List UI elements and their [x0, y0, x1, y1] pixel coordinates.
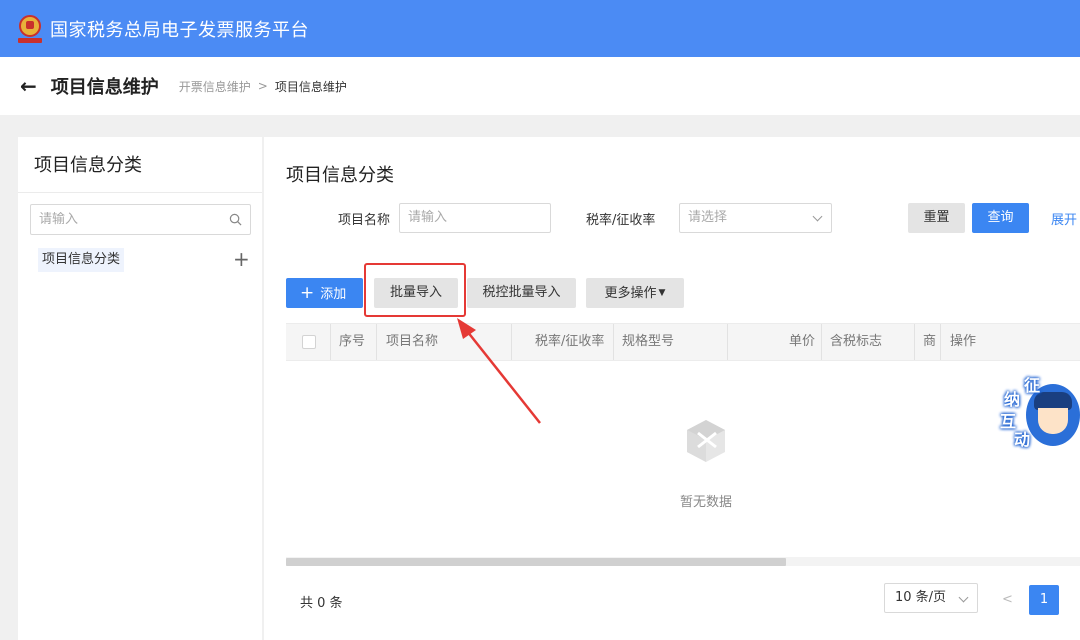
- breadcrumb-separator: >: [257, 79, 268, 93]
- column-header-item-name: 项目名称: [386, 334, 439, 349]
- query-button[interactable]: 查询: [972, 203, 1029, 233]
- widget-char-4: 动: [1014, 430, 1031, 449]
- category-sidebar: 项目信息分类 项目信息分类 +: [18, 137, 262, 640]
- search-icon[interactable]: [229, 213, 242, 226]
- tax-rate-label: 税率/征收率: [586, 213, 656, 228]
- expand-link[interactable]: 展开: [1051, 209, 1077, 228]
- page-title: 项目信息维护: [50, 77, 159, 98]
- tax-control-batch-import-button[interactable]: 税控批量导入: [467, 278, 576, 308]
- more-actions-button[interactable]: 更多操作 ▼: [586, 278, 684, 308]
- widget-char-2: 纳: [1004, 390, 1021, 409]
- breadcrumb-current: 项目信息维护: [274, 79, 347, 94]
- column-header-unit-price: 单价: [789, 334, 816, 349]
- page-size-value: 10 条/页: [895, 590, 947, 605]
- add-category-icon[interactable]: +: [233, 248, 250, 270]
- add-button-label: 添加: [320, 287, 347, 302]
- breadcrumb-parent[interactable]: 开票信息维护: [179, 78, 251, 95]
- column-header-spec: 规格型号: [622, 334, 675, 349]
- back-arrow-icon[interactable]: ←: [20, 74, 37, 98]
- sidebar-search-input[interactable]: [39, 212, 219, 227]
- more-actions-label: 更多操作: [604, 286, 657, 301]
- select-all-checkbox[interactable]: [302, 335, 316, 349]
- tax-emblem-icon: [16, 13, 44, 45]
- main-panel: 项目信息分类 项目名称 请输入 税率/征收率 请选择 重置 查询 展开 + 添加 …: [264, 137, 1080, 640]
- item-name-input[interactable]: 请输入: [399, 203, 551, 233]
- caret-down-icon: ▼: [658, 288, 666, 298]
- column-header-tax-flag: 含税标志: [830, 334, 883, 349]
- sidebar-search: [30, 204, 251, 235]
- column-header-tax-rate: 税率/征收率: [535, 334, 605, 349]
- chevron-down-icon: [958, 592, 969, 603]
- page-size-select[interactable]: 10 条/页: [884, 583, 978, 613]
- prev-page-button[interactable]: <: [1002, 592, 1013, 607]
- table-header: 序号 项目名称 税率/征收率 规格型号 单价 含税标志 商品 操作: [286, 323, 1080, 361]
- main-title: 项目信息分类: [286, 165, 394, 186]
- highlight-annotation: [364, 263, 466, 317]
- tax-rate-select[interactable]: 请选择: [679, 203, 832, 233]
- platform-title: 国家税务总局电子发票服务平台: [50, 19, 309, 41]
- reset-button[interactable]: 重置: [908, 203, 965, 233]
- top-bar: 国家税务总局电子发票服务平台: [0, 0, 1080, 57]
- tree-item-category[interactable]: 项目信息分类: [38, 248, 125, 272]
- column-header-goods: 商品: [923, 334, 937, 349]
- page-header: ← 项目信息维护 开票信息维护 > 项目信息维护: [0, 57, 1080, 115]
- total-count: 共 0 条: [300, 596, 343, 611]
- column-header-actions: 操作: [950, 334, 977, 349]
- column-header-index: 序号: [339, 334, 366, 349]
- add-button[interactable]: + 添加: [286, 278, 363, 308]
- tax-rate-placeholder: 请选择: [688, 210, 728, 225]
- assistant-face: [1038, 408, 1068, 434]
- assistant-widget[interactable]: 征 纳 互 动: [998, 372, 1080, 452]
- scrollbar-thumb[interactable]: [286, 558, 786, 566]
- empty-box-icon: [687, 420, 725, 462]
- empty-state-text: 暂无数据: [679, 495, 732, 510]
- chevron-down-icon: [812, 211, 823, 222]
- widget-char-1: 征: [1024, 376, 1041, 395]
- item-name-label: 项目名称: [338, 213, 391, 228]
- page-number-current[interactable]: 1: [1029, 585, 1059, 615]
- sidebar-title: 项目信息分类: [18, 137, 262, 193]
- plus-icon: +: [300, 283, 315, 303]
